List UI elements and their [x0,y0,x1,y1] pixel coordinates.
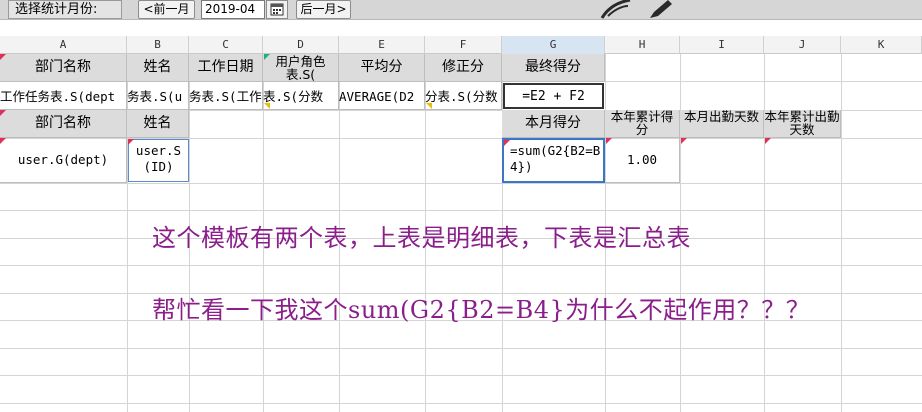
col-header-h[interactable]: H [605,36,680,54]
cell-marker [0,54,6,60]
summary-header-name[interactable]: 姓名 [127,110,189,138]
col-header-c[interactable]: C [189,36,263,54]
note-line-2: 帮忙看一下我这个sum(G2{B2=B4}为什么不起作用？？？ [152,296,811,324]
note-line-1: 这个模板有两个表，上表是明细表，下表是汇总表 [152,224,691,252]
grid-line [764,54,765,412]
cell-marker [765,138,771,144]
col-header-a[interactable]: A [0,36,127,54]
detail-cell-final[interactable]: =E2 + F2 [503,83,604,109]
cell-marker [426,103,432,109]
prev-month-button[interactable]: <前一月 [138,0,195,19]
grid-line [0,265,922,266]
col-header-j[interactable]: J [764,36,841,54]
cell-marker [0,110,6,116]
grid-line [0,348,922,349]
summary-cell-name[interactable]: user.S(ID) [128,139,189,182]
toolbar: 选择统计月份: <前一月 2019-04 后一月> [0,0,922,20]
cell-marker [504,140,510,146]
detail-cell-name[interactable]: 务表.S(u [127,82,189,110]
cell-marker [681,138,687,144]
calendar-icon [270,3,284,16]
grid-line [0,375,922,376]
col-header-d[interactable]: D [263,36,339,54]
month-input[interactable]: 2019-04 [201,0,265,19]
detail-cell-correction[interactable]: 分表.S(分数 [425,82,502,110]
summary-header-month-score[interactable]: 本月得分 [502,110,605,138]
col-header-k[interactable]: K [841,36,922,54]
grid-line [841,54,842,412]
cell-marker [128,139,134,145]
summary-header-dept[interactable]: 部门名称 [0,110,127,138]
summary-header-month-attend[interactable]: 本月出勤天数 [680,110,764,138]
col-header-b[interactable]: B [127,36,189,54]
detail-header-name[interactable]: 姓名 [127,54,189,82]
summary-cell-dept[interactable]: user.G(dept) [0,138,127,183]
detail-cell-work-date[interactable]: 务表.S(工作 [189,82,263,110]
detail-header-final[interactable]: 最终得分 [502,54,605,82]
cell-marker [606,138,612,144]
detail-header-avg[interactable]: 平均分 [339,54,425,82]
detail-cell-user-role[interactable]: 表.S(分数 [263,82,339,110]
grid-line [0,403,922,404]
col-header-g[interactable]: G [502,36,605,54]
detail-header-work-date[interactable]: 工作日期 [189,54,263,82]
detail-header-user-role[interactable]: 用户角色表.S( [263,54,339,82]
cell-marker [264,103,270,109]
grid-line [0,210,922,211]
next-month-button[interactable]: 后一月> [296,0,351,19]
detail-header-dept[interactable]: 部门名称 [0,54,127,82]
col-header-i[interactable]: I [680,36,764,54]
cell-marker [264,54,270,60]
detail-cell-avg[interactable]: AVERAGE(D2 [339,82,425,110]
pen-icon[interactable] [646,0,674,20]
grid-line [0,183,922,184]
summary-cell-month-score[interactable]: =sum(G2{B2=B4}) [502,138,605,183]
col-header-f[interactable]: F [425,36,502,54]
summary-header-year-attend[interactable]: 本年累计出勤天数 [764,110,841,138]
detail-cell-dept[interactable]: 工作任务表.S(dept [0,82,127,110]
calendar-button[interactable] [266,0,288,19]
feather-icon[interactable] [598,0,634,20]
cell-marker [0,138,6,144]
month-select-label: 选择统计月份: [8,0,122,19]
col-header-e[interactable]: E [339,36,425,54]
detail-header-correction[interactable]: 修正分 [425,54,502,82]
summary-header-year-score[interactable]: 本年累计得分 [605,110,680,138]
summary-cell-year-score[interactable]: 1.00 [605,138,680,183]
